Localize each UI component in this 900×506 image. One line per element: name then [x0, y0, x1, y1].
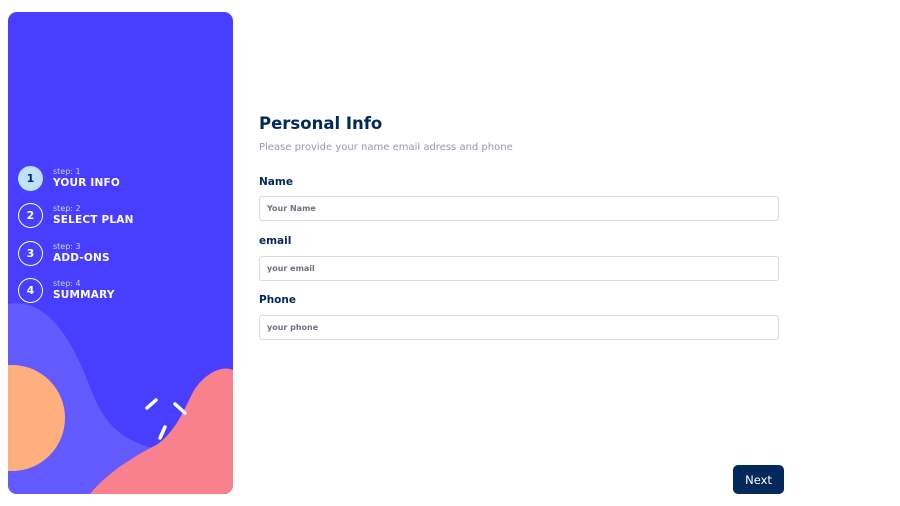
- step-sub-label: step: 2: [53, 204, 81, 213]
- step-number-badge: 1: [18, 165, 43, 191]
- sparkle-line-bottom: [158, 425, 167, 440]
- step-list: 1 step: 1 YOUR INFO 2 step: 2 SELECT PLA…: [18, 165, 134, 315]
- step-title: ADD-ONS: [53, 251, 110, 264]
- phone-label: Phone: [259, 294, 296, 306]
- step-number-badge: 3: [18, 240, 43, 266]
- step-item-2[interactable]: 2 step: 2 SELECT PLAN: [18, 203, 134, 229]
- step-item-1[interactable]: 1 step: 1 YOUR INFO: [18, 165, 134, 191]
- step-sub-label: step: 3: [53, 241, 81, 251]
- step-title: YOUR INFO: [53, 176, 121, 189]
- page-subtitle: Please provide your name email adress an…: [259, 142, 513, 153]
- name-input[interactable]: [259, 196, 779, 221]
- step-title: SELECT PLAN: [53, 214, 134, 226]
- step-title: SUMMARY: [53, 289, 115, 301]
- email-input[interactable]: [259, 256, 779, 281]
- step-number-badge: 4: [18, 278, 43, 303]
- phone-input[interactable]: [259, 315, 779, 340]
- next-button[interactable]: Next: [733, 465, 784, 494]
- step-number-badge: 2: [18, 203, 43, 228]
- name-label: Name: [259, 176, 293, 188]
- sidebar: 1 step: 1 YOUR INFO 2 step: 2 SELECT PLA…: [8, 12, 233, 494]
- page-title: Personal Info: [259, 114, 383, 133]
- personal-info-form: Personal Info Please provide your name e…: [259, 114, 779, 340]
- step-sub-label: step: 4: [53, 279, 81, 288]
- step-sub-label: step: 1: [53, 166, 81, 176]
- step-item-4[interactable]: 4 step: 4 SUMMARY: [18, 278, 134, 304]
- sparkle-line-right: [173, 402, 187, 415]
- email-label: email: [259, 235, 292, 247]
- sparkle-line-left: [145, 398, 158, 410]
- step-item-3[interactable]: 3 step: 3 ADD-ONS: [18, 240, 134, 266]
